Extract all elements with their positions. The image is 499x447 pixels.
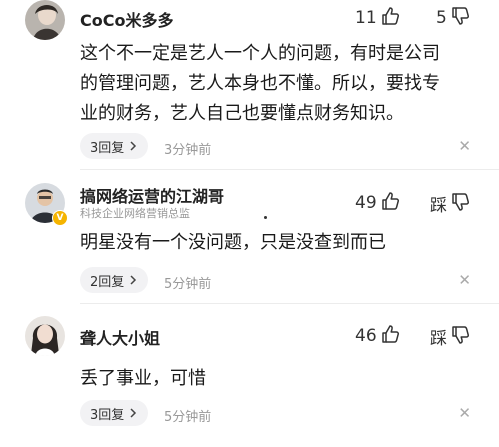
- thumbs-down-icon: [451, 6, 471, 30]
- close-icon[interactable]: ✕: [458, 137, 471, 155]
- reply-count-button[interactable]: 3回复: [80, 400, 149, 426]
- thumbs-up-icon: [381, 191, 401, 215]
- comment-text: 明星没有一个没问题，只是没查到而已: [80, 228, 480, 258]
- divider: [80, 303, 499, 304]
- comment-text: 丢了事业，可惜: [80, 364, 480, 394]
- comment-item: 聋人大小姐 46 踩 丢了事业，可惜 3回复 5分钟前 ✕: [0, 314, 499, 447]
- comment-item: V 搞网络运营的江湖哥 科技企业网络营销总监 49 踩 明星没有一个没问题，只是…: [0, 180, 499, 300]
- like-count: 46: [355, 326, 377, 346]
- like-count: 11: [355, 8, 377, 28]
- comment-text-line: 明星没有一个没问题，只是没查到而已: [80, 232, 386, 253]
- like-count: 49: [355, 193, 377, 213]
- avatar[interactable]: [25, 0, 65, 40]
- thumbs-down-icon: [451, 325, 471, 349]
- like-button[interactable]: 46: [355, 324, 401, 348]
- verified-badge-icon: V: [52, 210, 68, 226]
- chevron-right-icon: [130, 408, 137, 418]
- user-title: 科技企业网络营销总监: [80, 207, 190, 220]
- thumbs-up-icon: [381, 6, 401, 30]
- cursor-dot: [264, 216, 267, 219]
- close-icon[interactable]: ✕: [458, 271, 471, 289]
- username[interactable]: CoCo米多多: [80, 7, 173, 31]
- comment-text: 这个不一定是艺人一个人的问题，有时是公司 的管理问题，艺人本身也不懂。所以，要找…: [80, 39, 480, 129]
- dislike-button[interactable]: 5: [436, 6, 471, 30]
- comment-item: CoCo米多多 11 5 这个不一定是艺人一个人的问题，有时是公司 的管理问题，…: [0, 0, 499, 160]
- username[interactable]: 搞网络运营的江湖哥: [80, 183, 224, 207]
- thumbs-down-icon: [451, 192, 471, 216]
- comment-text-line: 业的财务，艺人自己也要懂点财务知识。: [80, 103, 404, 124]
- reply-count-label: 3回复: [90, 140, 125, 156]
- comment-text-line: 的管理问题，艺人本身也不懂。所以，要找专: [80, 73, 440, 94]
- like-button[interactable]: 49: [355, 191, 401, 215]
- timestamp: 3分钟前: [164, 143, 212, 158]
- dislike-button[interactable]: 踩: [430, 191, 471, 216]
- dislike-label: 踩: [430, 196, 447, 216]
- comment-text-line: 丢了事业，可惜: [80, 368, 206, 389]
- reply-count-button[interactable]: 3回复: [80, 133, 149, 159]
- dislike-label: 踩: [430, 329, 447, 349]
- avatar[interactable]: [25, 316, 65, 356]
- like-button[interactable]: 11: [355, 6, 401, 30]
- thumbs-up-icon: [381, 324, 401, 348]
- chevron-right-icon: [130, 275, 137, 285]
- timestamp: 5分钟前: [164, 410, 212, 425]
- divider: [80, 169, 499, 170]
- dislike-button[interactable]: 踩: [430, 324, 471, 349]
- reply-count-label: 2回复: [90, 274, 125, 290]
- comment-text-line: 这个不一定是艺人一个人的问题，有时是公司: [80, 43, 440, 64]
- chevron-right-icon: [130, 141, 137, 151]
- timestamp: 5分钟前: [164, 277, 212, 292]
- close-icon[interactable]: ✕: [458, 404, 471, 422]
- reply-count-label: 3回复: [90, 407, 125, 423]
- dislike-count: 5: [436, 8, 447, 28]
- username[interactable]: 聋人大小姐: [80, 325, 160, 349]
- reply-count-button[interactable]: 2回复: [80, 267, 149, 293]
